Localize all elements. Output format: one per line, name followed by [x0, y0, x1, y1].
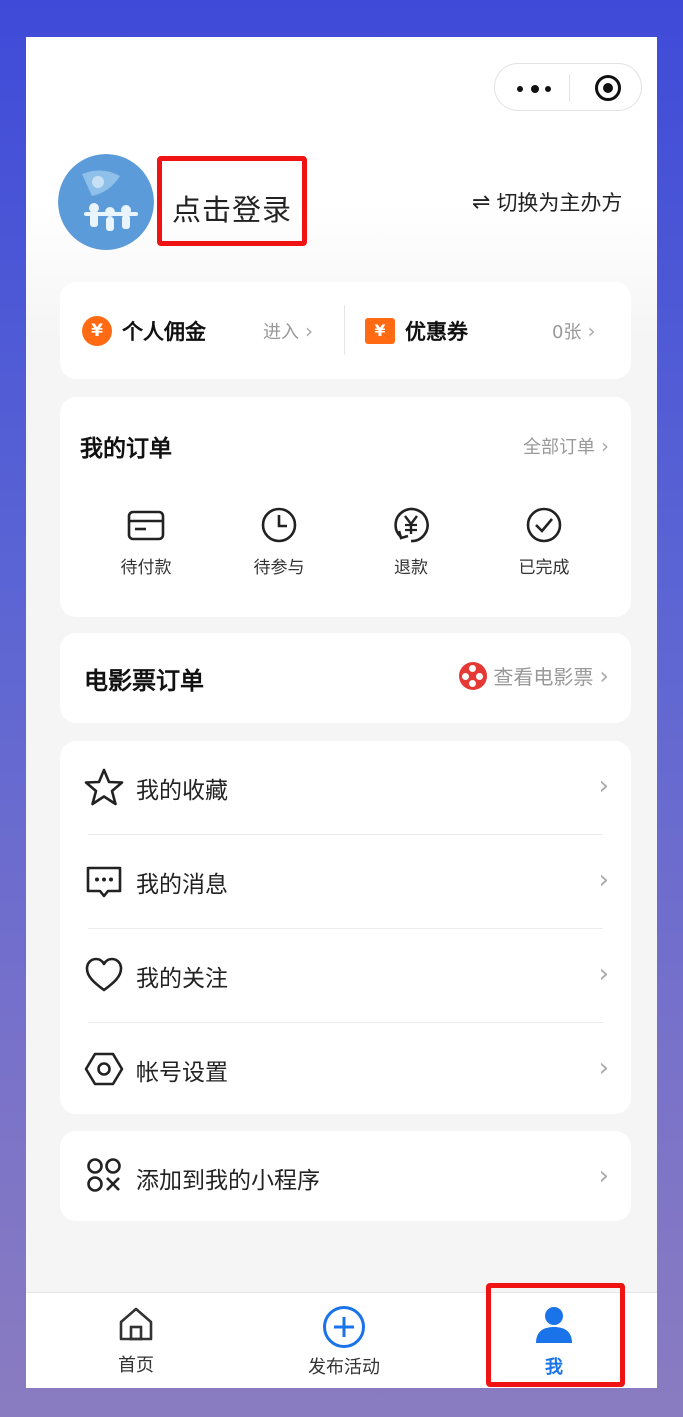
heart-icon — [85, 957, 123, 992]
coupon-ticket-icon: ¥ — [365, 317, 395, 344]
chevron-right-icon: › — [598, 1161, 609, 1191]
movie-orders-card[interactable]: 电影票订单 查看电影票 › — [60, 633, 631, 723]
switch-label: 切换为主办方 — [496, 191, 623, 215]
coupon-label: 优惠券 — [405, 319, 468, 344]
login-highlight-box — [157, 156, 307, 246]
tab-publish-activity[interactable]: 发布活动 — [274, 1305, 414, 1379]
add-circle-icon — [323, 1306, 365, 1348]
commission-entry[interactable]: ¥ 个人佣金 — [82, 282, 206, 379]
close-target-icon[interactable] — [595, 75, 621, 101]
menu-item-label: 添加到我的小程序 — [136, 1168, 320, 1194]
card-icon — [127, 510, 165, 541]
refund-yen-icon — [394, 507, 429, 543]
clock-icon — [261, 507, 297, 543]
all-orders-link[interactable]: 全部订单 › — [523, 433, 609, 459]
my-orders-title: 我的订单 — [80, 436, 172, 462]
coupon-entry[interactable]: ¥ 优惠券 — [365, 282, 468, 379]
avatar[interactable] — [58, 154, 154, 250]
home-icon — [119, 1307, 153, 1341]
order-status-to-attend[interactable]: 待参与 — [224, 505, 334, 578]
settings-hex-icon — [84, 1052, 124, 1086]
menu-card: 我的收藏 › 我的消息 › 我的关注 › 帐号设置 › — [60, 741, 631, 1114]
miniprogram-icon — [87, 1158, 121, 1192]
menu-item-label: 我的收藏 — [136, 778, 228, 804]
switch-arrows-icon: ⇌ — [472, 189, 491, 215]
order-status-pending-payment[interactable]: 待付款 — [91, 505, 201, 578]
me-tab-highlight-box — [486, 1283, 625, 1387]
menu-item-label: 我的消息 — [136, 872, 228, 898]
commission-label: 个人佣金 — [122, 319, 206, 344]
wallet-card: ¥ 个人佣金 进入 › ¥ 优惠券 0张 › — [60, 282, 631, 379]
tab-home[interactable]: 首页 — [66, 1305, 206, 1377]
menu-item-favorites[interactable]: 我的收藏 › — [60, 741, 631, 834]
order-status-label: 待付款 — [120, 558, 172, 578]
order-status-label: 退款 — [394, 558, 428, 578]
chevron-right-icon: › — [598, 771, 609, 801]
yen-coin-icon: ¥ — [82, 315, 112, 346]
star-icon — [84, 768, 124, 806]
chevron-right-icon: › — [598, 1053, 609, 1083]
check-circle-icon — [526, 507, 562, 543]
menu-item-account-settings[interactable]: 帐号设置 › — [60, 1023, 631, 1116]
order-status-label: 已完成 — [518, 558, 570, 578]
coupon-count[interactable]: 0张 › — [552, 318, 595, 344]
chevron-right-icon: › — [598, 865, 609, 895]
menu-item-following[interactable]: 我的关注 › — [60, 929, 631, 1022]
menu-item-label: 帐号设置 — [136, 1060, 228, 1086]
film-reel-icon — [459, 661, 488, 690]
order-status-label: 待参与 — [253, 558, 305, 578]
movie-orders-title: 电影票订单 — [84, 667, 204, 695]
more-dots-icon[interactable] — [517, 85, 553, 93]
menu-item-label: 我的关注 — [136, 966, 228, 992]
phone-screen: 点击登录 ⇌ 切换为主办方 ¥ 个人佣金 进入 › ¥ 优惠券 0张 › 我的订单 … — [26, 37, 657, 1388]
order-status-refund[interactable]: 退款 — [356, 505, 466, 578]
add-to-miniprogram-card[interactable]: 添加到我的小程序 › — [60, 1131, 631, 1221]
add-to-miniprogram-row[interactable]: 添加到我的小程序 › — [60, 1131, 631, 1221]
chevron-right-icon: › — [598, 959, 609, 989]
order-status-completed[interactable]: 已完成 — [489, 505, 599, 578]
tab-label: 发布活动 — [308, 1357, 380, 1378]
message-icon — [86, 866, 122, 898]
commission-link[interactable]: 进入 › — [263, 318, 313, 344]
menu-item-messages[interactable]: 我的消息 › — [60, 835, 631, 928]
view-movie-tickets-link[interactable]: 查看电影票 › — [459, 661, 609, 690]
switch-to-organizer-button[interactable]: ⇌ 切换为主办方 — [472, 187, 622, 217]
miniprogram-capsule — [494, 63, 642, 111]
capsule-divider — [569, 74, 570, 102]
wallet-divider — [344, 305, 345, 355]
my-orders-card: 我的订单 全部订单 › 待付款 待参与 退款 已完成 — [60, 397, 631, 617]
tab-label: 首页 — [118, 1355, 154, 1376]
